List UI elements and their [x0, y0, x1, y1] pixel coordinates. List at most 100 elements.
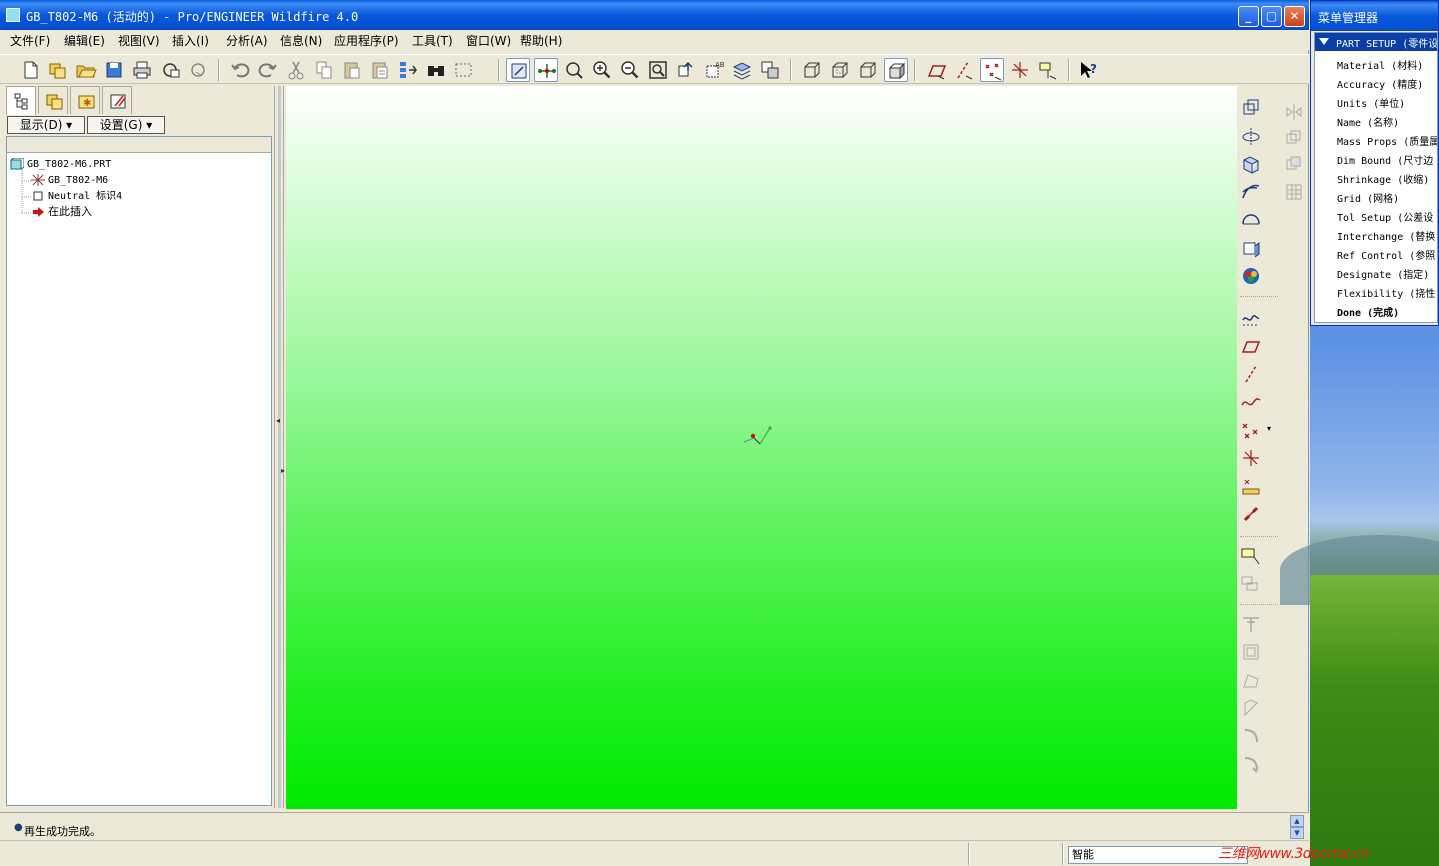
trim-tool-icon[interactable] — [1282, 152, 1306, 176]
undo-icon[interactable] — [228, 58, 252, 82]
menu-item-accuracy[interactable]: Accuracy (精度) — [1337, 76, 1423, 91]
menu-item-shrinkage[interactable]: Shrinkage (收缩) — [1337, 171, 1429, 186]
tree-item-neutral[interactable]: Neutral 标识4 — [31, 189, 122, 204]
analysis-feature-icon[interactable] — [1239, 474, 1263, 498]
reorient-icon[interactable] — [674, 58, 698, 82]
expand-right-icon[interactable]: ▸ — [281, 466, 285, 475]
tree-item-coordinate-system[interactable]: GB_T802-M6 — [31, 173, 108, 188]
message-scroll-down[interactable]: ▼ — [1290, 827, 1304, 839]
collapse-left-icon[interactable]: ◂ — [276, 416, 280, 425]
open-folder-icon[interactable] — [74, 58, 98, 82]
menu-item-ref-control[interactable]: Ref Control (参照 — [1337, 247, 1435, 262]
graphics-window[interactable] — [286, 86, 1237, 809]
merge-tool-icon[interactable] — [1282, 126, 1306, 150]
send-mail-icon[interactable] — [158, 58, 182, 82]
layers-icon[interactable] — [730, 58, 754, 82]
mirror-tool-icon[interactable] — [1282, 100, 1306, 124]
cut-icon[interactable] — [284, 58, 308, 82]
minimize-button[interactable]: _ — [1238, 6, 1259, 27]
shell-tool-icon[interactable] — [1239, 208, 1263, 232]
copy-icon[interactable] — [312, 58, 336, 82]
context-help-icon[interactable]: ? — [1076, 58, 1100, 82]
no-hidden-icon[interactable] — [856, 58, 880, 82]
menu-applications[interactable]: 应用程序(P) — [334, 32, 399, 49]
revolve-tool-icon[interactable] — [1239, 124, 1263, 148]
refit-icon[interactable] — [646, 58, 670, 82]
menu-item-flexibility[interactable]: Flexibility (挠性 — [1337, 285, 1435, 300]
select-box-icon[interactable] — [452, 58, 486, 82]
message-scroll-up[interactable]: ▲ — [1290, 815, 1304, 827]
menu-view[interactable]: 视图(V) — [118, 32, 160, 49]
menu-tools[interactable]: 工具(T) — [412, 32, 453, 49]
surface-finish-icon[interactable] — [1239, 572, 1263, 596]
menu-item-dim-bound[interactable]: Dim Bound (尺寸边 — [1337, 152, 1433, 167]
send-link-icon[interactable] — [186, 58, 210, 82]
tab-connections[interactable] — [102, 86, 132, 114]
round-tool-icon[interactable] — [1239, 640, 1263, 664]
menu-insert[interactable]: 插入(I) — [172, 32, 209, 49]
helical-sweep-icon[interactable] — [1239, 752, 1263, 776]
datum-plane-tool-icon[interactable] — [1239, 334, 1263, 358]
menu-item-designate[interactable]: Designate (指定) — [1337, 266, 1429, 281]
maximize-button[interactable]: ▢ — [1261, 6, 1282, 27]
menu-item-grid[interactable]: Grid (网格) — [1337, 190, 1399, 205]
datum-axes-toggle-icon[interactable] — [952, 58, 976, 82]
chain-tool-icon[interactable] — [1239, 502, 1263, 526]
wireframe-icon[interactable] — [800, 58, 824, 82]
coordinate-system-tool-icon[interactable] — [1239, 446, 1263, 470]
part-setup-header[interactable]: PART SETUP (零件设 — [1315, 33, 1437, 51]
menu-info[interactable]: 信息(N) — [280, 32, 322, 49]
datum-points-toggle-icon[interactable] — [980, 58, 1004, 82]
tree-item-insert-here[interactable]: 在此插入 — [31, 205, 92, 219]
hidden-line-icon[interactable] — [828, 58, 852, 82]
settings-dropdown[interactable]: 设置(G) ▾ — [87, 116, 165, 134]
menu-item-name[interactable]: Name (名称) — [1337, 114, 1399, 129]
coordinate-systems-toggle-icon[interactable] — [1008, 58, 1032, 82]
redo-icon[interactable] — [256, 58, 280, 82]
paste-icon[interactable] — [340, 58, 364, 82]
view-manager-icon[interactable] — [758, 58, 782, 82]
extrude-tool-icon[interactable] — [1239, 152, 1263, 176]
tab-favorites[interactable]: ✱ — [70, 86, 100, 114]
spin-center-icon[interactable] — [534, 58, 558, 82]
menu-analysis[interactable]: 分析(A) — [226, 32, 268, 49]
menu-help[interactable]: 帮助(H) — [520, 32, 562, 49]
menu-item-mass-props[interactable]: Mass Props (质量属 — [1337, 133, 1437, 148]
model-tree[interactable]: GB_T802-M6.PRT GB_T802-M6 Neutral 标识4 在此… — [6, 136, 272, 806]
sweep-tool-icon[interactable] — [1239, 180, 1263, 204]
hole-tool-icon[interactable] — [1239, 96, 1263, 120]
saved-views-icon[interactable]: AB — [702, 58, 726, 82]
swept-blend-icon[interactable] — [1239, 724, 1263, 748]
datum-planes-toggle-icon[interactable] — [924, 58, 948, 82]
find-binoculars-icon[interactable] — [424, 58, 448, 82]
regenerate-icon[interactable] — [396, 58, 420, 82]
new-file-icon[interactable] — [18, 58, 42, 82]
annotations-toggle-icon[interactable] — [1036, 58, 1060, 82]
panel-splitter[interactable]: ◂ ▸ — [274, 86, 285, 808]
paste-special-icon[interactable] — [368, 58, 392, 82]
orient-mode-icon[interactable] — [562, 58, 586, 82]
tab-folder-browser[interactable] — [38, 86, 68, 114]
menu-manager-title-bar[interactable]: 菜单管理器 — [1311, 1, 1438, 31]
print-icon[interactable] — [130, 58, 154, 82]
zoom-in-icon[interactable] — [590, 58, 614, 82]
save-icon[interactable] — [102, 58, 126, 82]
repaint-icon[interactable] — [506, 58, 530, 82]
datum-point-dropdown-icon[interactable]: ▾ — [1267, 424, 1271, 433]
menu-window[interactable]: 窗口(W) — [466, 32, 511, 49]
menu-file[interactable]: 文件(F) — [10, 32, 50, 49]
zoom-out-icon[interactable] — [618, 58, 642, 82]
title-bar[interactable]: GB_T802-M6 (活动的) - Pro/ENGINEER Wildfire… — [0, 0, 1309, 30]
show-dropdown[interactable]: 显示(D) ▾ — [7, 116, 85, 134]
menu-item-units[interactable]: Units (单位) — [1337, 95, 1405, 110]
menu-item-tol-setup[interactable]: Tol Setup (公差设 — [1337, 209, 1433, 224]
menu-edit[interactable]: 编辑(E) — [64, 32, 105, 49]
chamfer-tool-icon[interactable] — [1239, 668, 1263, 692]
menu-item-interchange[interactable]: Interchange (替换 — [1337, 228, 1435, 243]
datum-curve-tool-icon[interactable] — [1239, 390, 1263, 414]
menu-item-material[interactable]: Material (材料) — [1337, 57, 1423, 72]
shading-icon[interactable] — [884, 58, 908, 82]
datum-point-tool-icon[interactable] — [1239, 418, 1263, 442]
rib-tool-icon[interactable] — [1239, 236, 1263, 260]
datum-axis-tool-icon[interactable] — [1239, 362, 1263, 386]
